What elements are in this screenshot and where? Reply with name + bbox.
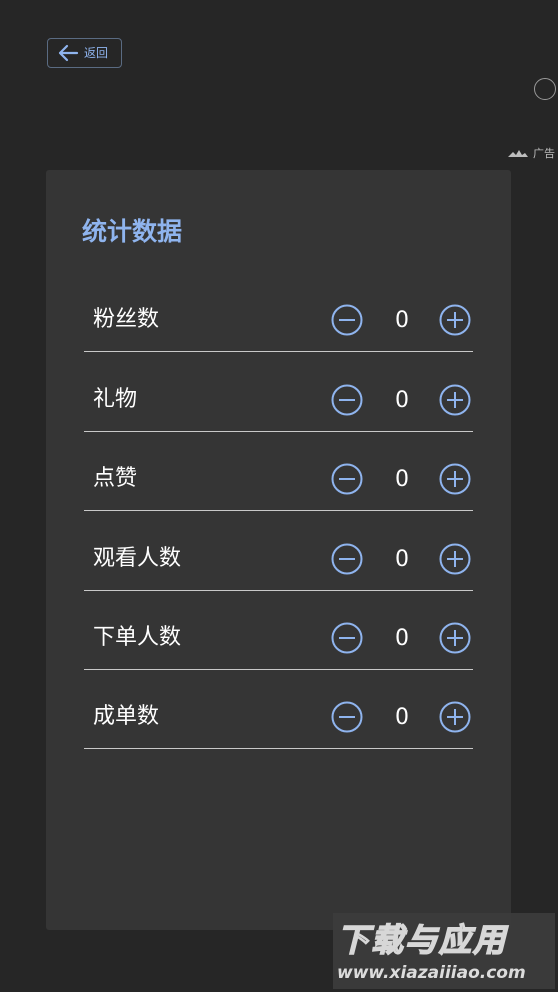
increment-button[interactable] bbox=[439, 701, 471, 733]
arrow-left-icon bbox=[57, 44, 79, 62]
watermark-logo-text: 下载与应用 bbox=[336, 920, 508, 960]
increment-button[interactable] bbox=[439, 543, 471, 575]
watermark-url: www.xiazaiiiao.com bbox=[337, 963, 526, 983]
plus-circle-icon bbox=[439, 543, 471, 575]
plus-circle-icon bbox=[439, 622, 471, 654]
stat-label: 粉丝数 bbox=[93, 307, 160, 332]
plus-circle-icon bbox=[439, 384, 471, 416]
stat-label: 成单数 bbox=[93, 704, 160, 729]
minus-circle-icon bbox=[331, 384, 363, 416]
ad-logo-icon bbox=[507, 144, 529, 163]
plus-circle-icon bbox=[439, 304, 471, 336]
plus-circle-icon bbox=[439, 701, 471, 733]
stat-row-orders: 下单人数 0 bbox=[84, 610, 473, 670]
stat-label: 点赞 bbox=[93, 466, 138, 491]
decrement-button[interactable] bbox=[331, 701, 363, 733]
stat-row-followers: 粉丝数 0 bbox=[84, 292, 473, 352]
stat-value: 0 bbox=[395, 467, 409, 492]
ad-tag: 广告 bbox=[507, 144, 555, 163]
increment-button[interactable] bbox=[439, 463, 471, 495]
floating-circle-button[interactable] bbox=[534, 78, 556, 100]
increment-button[interactable] bbox=[439, 304, 471, 336]
panel-title: 统计数据 bbox=[82, 217, 183, 246]
decrement-button[interactable] bbox=[331, 622, 363, 654]
decrement-button[interactable] bbox=[331, 384, 363, 416]
stat-row-gifts: 礼物 0 bbox=[84, 372, 473, 432]
ad-label: 广告 bbox=[533, 147, 555, 160]
stat-label: 礼物 bbox=[93, 387, 138, 412]
decrement-button[interactable] bbox=[331, 304, 363, 336]
minus-circle-icon bbox=[331, 622, 363, 654]
minus-circle-icon bbox=[331, 304, 363, 336]
minus-circle-icon bbox=[331, 701, 363, 733]
decrement-button[interactable] bbox=[331, 543, 363, 575]
plus-circle-icon bbox=[439, 463, 471, 495]
increment-button[interactable] bbox=[439, 384, 471, 416]
back-label: 返回 bbox=[84, 46, 109, 60]
minus-circle-icon bbox=[331, 543, 363, 575]
back-button[interactable]: 返回 bbox=[47, 38, 122, 68]
stat-value: 0 bbox=[395, 308, 409, 333]
stat-value: 0 bbox=[395, 547, 409, 572]
minus-circle-icon bbox=[331, 463, 363, 495]
increment-button[interactable] bbox=[439, 622, 471, 654]
stat-label: 下单人数 bbox=[93, 625, 182, 650]
stats-panel: 统计数据 粉丝数 0 礼物 0 点赞 0 观看人数 0 下单人数 0 成单数 0 bbox=[46, 170, 511, 930]
decrement-button[interactable] bbox=[331, 463, 363, 495]
stat-row-deals: 成单数 0 bbox=[84, 689, 473, 749]
stat-row-viewers: 观看人数 0 bbox=[84, 531, 473, 591]
stat-row-likes: 点赞 0 bbox=[84, 451, 473, 511]
stat-value: 0 bbox=[395, 626, 409, 651]
stat-value: 0 bbox=[395, 705, 409, 730]
site-watermark: 下载与应用 www.xiazaiiiao.com bbox=[333, 913, 555, 989]
stat-value: 0 bbox=[395, 388, 409, 413]
stat-label: 观看人数 bbox=[93, 546, 182, 571]
